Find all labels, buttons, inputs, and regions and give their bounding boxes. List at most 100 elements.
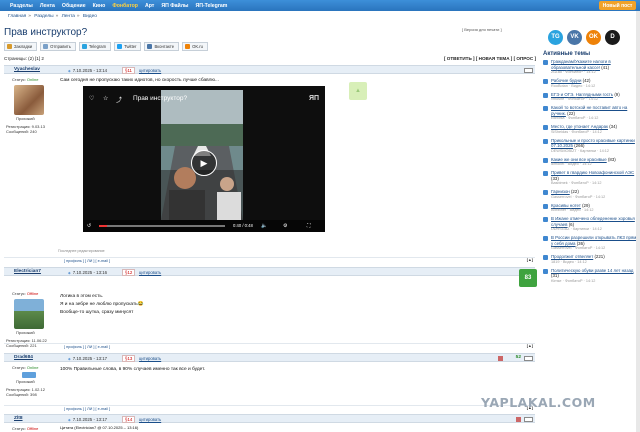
active-topic-item[interactable]: Продолжит отвеляет (221) 1819 · Видео · 1…	[543, 254, 640, 265]
active-topic-item[interactable]: Привет в гвардию Новоафонинской АЭС (33)…	[543, 170, 640, 187]
topic-title[interactable]: Гарнизон	[551, 189, 570, 194]
post-select-box[interactable]	[524, 67, 533, 73]
dzen-icon[interactable]: D	[605, 30, 620, 45]
active-topic-item[interactable]: Рабочие будни (42) RooBotan · Видео · 14:…	[543, 78, 640, 89]
telegram-icon	[81, 44, 87, 49]
ok-icon[interactable]: OK	[586, 30, 601, 45]
active-topic-item[interactable]: Гражданам/Укажите налоги в образовательн…	[543, 59, 640, 76]
avatar[interactable]	[14, 299, 44, 329]
quote-link[interactable]: цитировать	[139, 68, 161, 73]
topic-title[interactable]: Продолжит отвеляет	[551, 254, 593, 259]
play-button[interactable]: ▶	[191, 150, 217, 176]
progress-bar[interactable]	[99, 225, 225, 227]
to-top-button[interactable]: [▲]	[527, 344, 533, 348]
breadcrumb-video[interactable]: Видео	[83, 14, 97, 19]
post-select-box[interactable]	[524, 355, 533, 361]
topic-title[interactable]: Политическую обуви разве 14 лет назад	[551, 268, 633, 273]
status-badge: Online	[26, 77, 39, 82]
post-quote-header: Цитата (Electrician7 @ 07.10.2025 – 13:1…	[60, 425, 139, 430]
active-topic-item[interactable]: Красивы нотет (29) Bobbiner · Видео · 14:…	[543, 203, 640, 214]
post-date: 7.10.2025 - 13:17	[68, 417, 107, 422]
nav-item-art[interactable]: Арт	[145, 3, 154, 9]
post-author[interactable]: Zlt8	[14, 416, 23, 421]
nav-item-kino[interactable]: Кино	[93, 3, 106, 9]
send-button[interactable]: Отправить	[40, 42, 76, 51]
topic-title[interactable]: В Ижане отмечено обледенение хоровья слу…	[551, 216, 635, 227]
active-topic-item[interactable]: Какие же они все красивые (83) dimobel · …	[543, 157, 640, 168]
active-topic-item[interactable]: В Ижане отмечено обледенение хоровья слу…	[543, 216, 640, 233]
new-post-button[interactable]: Новый пост	[599, 1, 636, 10]
topic-title[interactable]: Рабочие будни	[551, 78, 581, 83]
user-info: Статус: Online Прохожий Регистрация: 9.0…	[4, 77, 56, 134]
post-author[interactable]: Electrician7	[14, 269, 41, 274]
telegram-icon[interactable]: TG	[548, 30, 563, 45]
nav-item-files[interactable]: ЯП Файлы	[161, 3, 188, 9]
rating-badge[interactable]: 83	[519, 269, 537, 287]
topic-meta: dimobel · Видео · 14:12	[551, 162, 592, 166]
nav-item-sections[interactable]: Разделы	[10, 3, 33, 9]
topic-title[interactable]: Привет в гвардию Новоафонинской АЭС	[551, 170, 634, 175]
breadcrumb-feed[interactable]: Лента	[62, 14, 75, 19]
breadcrumb-sections[interactable]: Разделы	[34, 14, 53, 19]
fullscreen-icon[interactable]: ⛶	[307, 223, 311, 229]
topic-title[interactable]: Какие же они все красивые	[551, 157, 607, 162]
rating-badge[interactable]: ▲	[349, 82, 367, 100]
avatar[interactable]	[22, 372, 36, 378]
star-icon[interactable]: ☆	[103, 95, 108, 102]
pagination[interactable]: Страницы: (2) [1] 2	[4, 56, 44, 61]
quote-link[interactable]: цитировать	[139, 417, 161, 422]
user-rank: Прохожий	[16, 330, 35, 335]
nav-item-feed[interactable]: Лента	[40, 3, 55, 9]
profile-links[interactable]: [ профиль ] [ ЛИ ] [ e-mail ]	[64, 407, 110, 411]
settings-icon[interactable]: ⚙	[283, 223, 287, 229]
vk-share-button[interactable]: Вконтакте	[144, 42, 180, 51]
active-topic-item[interactable]: Прикольные и просто красивые картинки 07…	[543, 138, 640, 155]
post-number[interactable]: §14	[122, 416, 136, 423]
replay-icon[interactable]: ↺	[87, 223, 91, 229]
topic-title[interactable]: Место, где утонает Андарак	[551, 124, 608, 129]
ok-share-button[interactable]: OK.ru	[182, 42, 208, 51]
twitter-share-button[interactable]: Twitter	[114, 42, 142, 51]
yap-logo-icon: ЯП	[308, 95, 319, 102]
active-topic-item[interactable]: В России разрешили открывать ЛКЗ прямо у…	[543, 235, 640, 252]
topic-title[interactable]: Прикольные и просто красивые картинки 07…	[551, 138, 635, 149]
bookmarks-button[interactable]: Закладки	[4, 42, 38, 51]
active-topic-item[interactable]: Гарнизон (22) Gasserrovel · ФонбатоР · 14…	[543, 189, 640, 200]
nav-item-chat[interactable]: Общение	[62, 3, 86, 9]
post-number[interactable]: §13	[122, 355, 136, 362]
to-top-button[interactable]: [▲]	[527, 258, 533, 262]
post-author[interactable]: Vyacheslav	[14, 67, 40, 72]
profile-links[interactable]: [ профиль ] [ ЛИ ] [ e-mail ]	[64, 259, 110, 263]
share-icon[interactable]: ⤴	[116, 95, 122, 104]
topic-title[interactable]: Какой то вотской не поставит авто на руч…	[551, 105, 627, 116]
minus-icon[interactable]	[516, 416, 521, 422]
nav-item-telegram[interactable]: ЯП-Telegram	[195, 3, 227, 9]
scrollbar[interactable]	[636, 11, 640, 432]
breadcrumb-home[interactable]: Главная	[8, 14, 26, 19]
minus-icon[interactable]	[498, 355, 503, 361]
nav-item-fonbator[interactable]: Фонбатор	[112, 3, 138, 9]
post-number[interactable]: §11	[122, 67, 135, 74]
topic-title[interactable]: ЕГЭ и ОГЭ. Наглядными гость	[551, 92, 613, 97]
profile-links[interactable]: [ профиль ] [ ЛИ ] [ e-mail ]	[64, 345, 110, 349]
topic-meta: Bobbiner · Видео · 14:12	[551, 208, 594, 212]
quote-link[interactable]: цитировать	[139, 356, 161, 361]
telegram-share-button[interactable]: Telegram	[78, 42, 112, 51]
active-topic-item[interactable]: Место, где утонает Андарак (34) SiSheidas…	[543, 124, 640, 135]
avatar[interactable]	[14, 85, 44, 115]
video-player[interactable]: ♡ ☆ ⤴ Прав инструктор? ЯП ▶ ↺ 0:40 / 0:4…	[83, 86, 325, 232]
print-version-link[interactable]: [ Версия для печати ]	[462, 27, 502, 32]
heart-icon[interactable]: ♡	[89, 95, 94, 102]
post-author[interactable]: Drad684	[14, 355, 33, 360]
vk-icon[interactable]: VK	[567, 30, 582, 45]
active-topic-item[interactable]: Какой то вотской не поставит авто на руч…	[543, 105, 640, 122]
volume-icon[interactable]: 🔈	[261, 223, 267, 229]
active-topic-item[interactable]: ЕГЭ и ОГЭ. Наглядными гость (9) vmoshe · …	[543, 92, 640, 103]
topic-title[interactable]: Красивы нотет	[551, 203, 581, 208]
topic-title[interactable]: В России разрешили открывать ЛКЗ прямо у…	[551, 235, 639, 246]
post-select-box[interactable]	[524, 416, 533, 422]
active-topic-item[interactable]: Политическую обуви разве 14 лет назад (3…	[543, 268, 640, 285]
post-number[interactable]: §12	[122, 269, 136, 276]
thread-actions[interactable]: [ ОТВЕТИТЬ ] [ НОВАЯ ТЕМА ] [ ОПРОС ]	[444, 56, 536, 61]
quote-link[interactable]: цитировать	[139, 270, 161, 275]
